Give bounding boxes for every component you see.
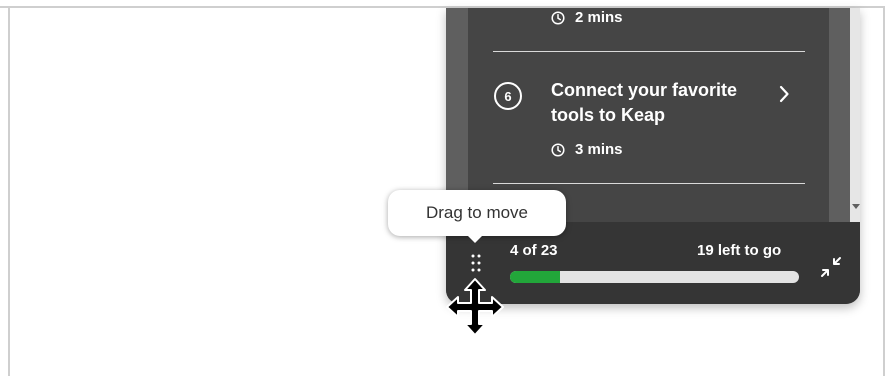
checklist-item-duration: 3 mins bbox=[551, 141, 623, 158]
drag-tooltip: Drag to move bbox=[388, 190, 566, 236]
clock-icon bbox=[551, 142, 565, 157]
collapse-icon[interactable] bbox=[816, 252, 846, 282]
progress-bar-fill bbox=[510, 271, 561, 283]
scroll-down-arrow-icon[interactable] bbox=[852, 204, 860, 209]
progress-remaining: 19 left to go bbox=[697, 242, 782, 259]
tooltip-arrow bbox=[466, 234, 484, 243]
move-cursor-icon bbox=[446, 278, 504, 336]
drag-handle-icon[interactable] bbox=[470, 253, 482, 273]
checklist-item-duration-text: 3 mins bbox=[575, 141, 623, 158]
prev-item-duration-text: 2 mins bbox=[575, 9, 623, 26]
checklist-panel: 2 mins 6 Connect your favorite tools to … bbox=[446, 8, 860, 304]
window-frame-left bbox=[8, 6, 10, 376]
checklist-item-title[interactable]: Connect your favorite tools to Keap bbox=[551, 78, 771, 128]
progress-bar bbox=[510, 271, 799, 283]
item-divider bbox=[493, 51, 805, 52]
prev-item-duration: 2 mins bbox=[551, 9, 623, 26]
clock-icon bbox=[551, 10, 565, 25]
scrollbar[interactable] bbox=[850, 8, 860, 222]
item-divider bbox=[493, 183, 805, 184]
progress-count: 4 of 23 bbox=[510, 242, 558, 259]
step-number-badge: 6 bbox=[494, 82, 522, 110]
chevron-right-icon[interactable] bbox=[777, 84, 791, 104]
